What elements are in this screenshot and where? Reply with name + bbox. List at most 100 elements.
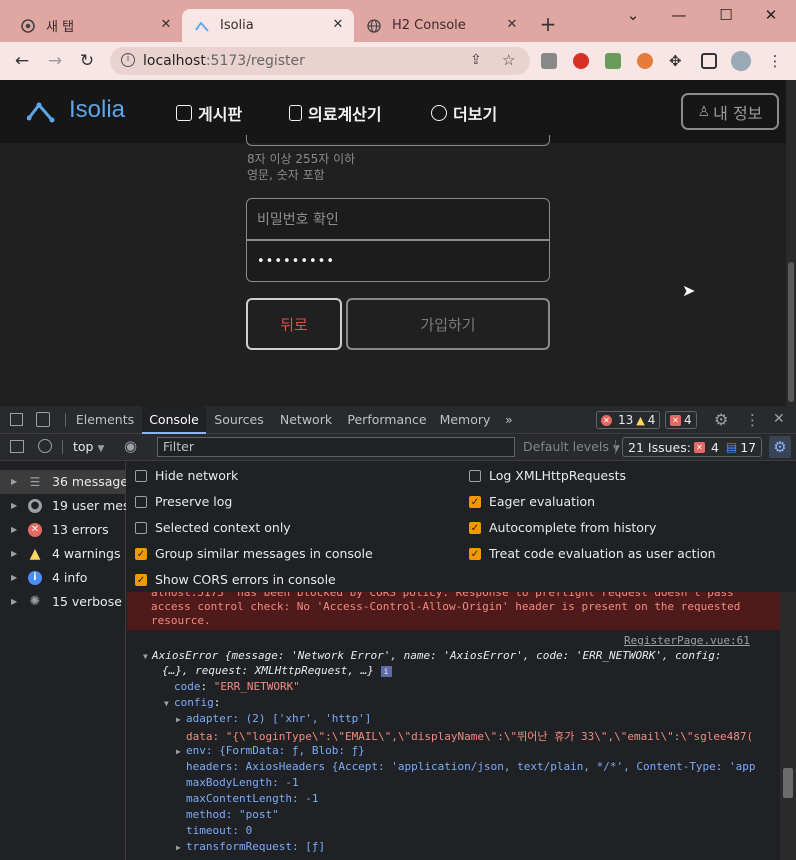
password-confirm-label-field[interactable]: 비밀번호 확인 [246,198,550,240]
selected-context-only-checkbox[interactable]: Selected context only [135,520,291,535]
info-badge-icon[interactable]: i [380,666,392,677]
more-tabs-chevron-icon[interactable]: » [505,406,521,434]
my-info-button[interactable]: ♙ 내 정보 [681,93,779,130]
prop-transform-request[interactable]: ▶ transformRequest: [ƒ] [176,840,325,853]
new-tab-button[interactable]: + [538,14,558,34]
tab-network[interactable]: Network [276,406,336,434]
checkbox-box[interactable] [469,469,481,482]
close-tab-icon[interactable]: ✕ [504,17,520,33]
sidebar-item-user-messages[interactable]: ▶ ● 19 user mes... [0,494,126,518]
maximize-button[interactable]: ☐ [711,6,741,24]
expand-triangle-icon[interactable]: ▶ [176,843,181,852]
expand-triangle-icon[interactable]: ▶ [11,494,17,518]
back-button[interactable]: 뒤로 [246,298,342,350]
prop-env[interactable]: ▶ env: {FormData: ƒ, Blob: ƒ} [176,744,365,757]
tab-search-chevron-icon[interactable]: ⌄ [618,6,648,24]
axios-error-header[interactable]: ▼ AxiosError {message: 'Network Error', … [143,649,722,662]
tab-memory[interactable]: Memory [437,406,493,434]
console-scrollbar-thumb[interactable] [783,768,793,798]
treat-code-eval-checkbox[interactable]: ✓ Treat code evaluation as user action [469,546,716,561]
password-confirm-input[interactable]: ••••••••• [246,240,550,282]
tab-isolia[interactable]: Isolia ✕ [182,9,354,42]
sidebar-item-warnings[interactable]: ▶ ▲ 4 warnings [0,542,126,566]
logo-text[interactable]: Isolia [69,96,125,124]
close-window-button[interactable]: ✕ [756,6,786,24]
tab-new-tab[interactable]: 새 탭 ✕ [8,9,182,42]
checkbox-checked-icon[interactable]: ✓ [469,547,481,560]
close-tab-icon[interactable]: ✕ [158,17,174,33]
browser-menu-icon[interactable]: ⋮ [767,53,783,69]
collapse-triangle-icon[interactable]: ▼ [143,652,148,661]
checkbox-box[interactable] [135,469,147,482]
back-arrow-icon[interactable]: ← [12,51,32,71]
tab-console[interactable]: Console [142,406,206,434]
extensions-puzzle-icon[interactable]: ✥ [669,53,685,69]
sidebar-item-verbose[interactable]: ▶ ✺ 15 verbose [0,590,126,614]
site-info-icon[interactable]: i [121,53,135,67]
sidebar-item-messages[interactable]: ▶ ☰ 36 messages [0,470,126,494]
checkbox-checked-icon[interactable]: ✓ [135,573,147,586]
inspect-element-icon[interactable] [10,413,23,426]
password-field-bottom[interactable] [246,135,550,146]
isolia-logo-icon[interactable] [26,99,55,126]
profile-avatar[interactable] [731,51,751,71]
sidebar-item-info[interactable]: ▶ i 4 info [0,566,126,590]
page-scrollbar[interactable] [786,80,796,406]
device-toolbar-icon[interactable] [36,412,50,427]
tab-h2-console[interactable]: H2 Console ✕ [354,9,528,42]
bookmark-star-icon[interactable]: ☆ [502,51,515,69]
nav-board[interactable]: 게시판 [176,101,242,125]
clear-console-icon[interactable] [38,439,52,453]
checkbox-box[interactable] [135,521,147,534]
prop-config[interactable]: ▼ config: [164,696,220,709]
adblock-icon[interactable] [573,53,589,69]
group-similar-checkbox[interactable]: ✓ Group similar messages in console [135,546,373,561]
checkbox-checked-icon[interactable]: ✓ [469,521,481,534]
register-submit-button[interactable]: 가입하기 [346,298,550,350]
console-filter-input[interactable]: Filter [157,437,515,457]
close-tab-icon[interactable]: ✕ [330,17,346,33]
page-scrollbar-thumb[interactable] [788,262,794,402]
expand-triangle-icon[interactable]: ▶ [11,542,17,566]
issues-counter[interactable]: ✕ 4 [665,411,697,429]
omnibox[interactable]: i localhost:5173/register ⇪ ☆ [110,47,530,75]
log-levels-dropdown[interactable]: Default levels ▼ [523,439,620,454]
console-settings-gear-icon[interactable]: ⚙ [769,436,791,458]
expand-triangle-icon[interactable]: ▶ [176,715,181,724]
show-cors-errors-checkbox[interactable]: ✓ Show CORS errors in console [135,572,336,587]
prop-adapter[interactable]: ▶ adapter: (2) ['xhr', 'http'] [176,712,371,725]
tab-performance[interactable]: Performance [347,406,427,434]
prop-headers[interactable]: ▶headers: AxiosHeaders {Accept: 'applica… [186,760,756,773]
checkbox-checked-icon[interactable]: ✓ [135,547,147,560]
nav-more[interactable]: 더보기 [431,101,497,125]
nav-medical-calculator[interactable]: 의료계산기 [289,101,382,125]
minimize-button[interactable]: — [664,6,694,24]
expand-triangle-icon[interactable]: ▶ [11,470,17,494]
share-icon[interactable]: ⇪ [470,52,482,68]
expand-triangle-icon[interactable]: ▶ [11,566,17,590]
side-panel-icon[interactable] [701,53,717,69]
devtools-menu-icon[interactable]: ⋮ [745,411,760,429]
forward-arrow-icon[interactable]: → [45,51,65,71]
extension-html5-icon[interactable] [541,53,557,69]
collapse-triangle-icon[interactable]: ▼ [164,699,169,708]
source-link[interactable]: RegisterPage.vue:61 [624,634,750,647]
reload-icon[interactable]: ↻ [77,51,97,71]
expand-triangle-icon[interactable]: ▶ [11,590,17,614]
close-devtools-icon[interactable]: ✕ [773,411,785,427]
tab-elements[interactable]: Elements [73,406,137,434]
settings-gear-icon[interactable]: ⚙ [714,410,728,429]
live-expression-eye-icon[interactable]: ◉ [124,437,137,455]
log-xhr-checkbox[interactable]: Log XMLHttpRequests [469,468,626,483]
tab-sources[interactable]: Sources [210,406,268,434]
error-warning-counter[interactable]: ✕ 13 ▲ 4 [596,411,661,429]
autocomplete-history-checkbox[interactable]: ✓ Autocomplete from history [469,520,656,535]
issues-button[interactable]: 21 Issues: ✕ 4 ▤ 17 [622,437,763,457]
preserve-log-checkbox[interactable]: Preserve log [135,494,232,509]
eager-evaluation-checkbox[interactable]: ✓ Eager evaluation [469,494,595,509]
extension-orange-icon[interactable] [637,53,653,69]
sidebar-toggle-icon[interactable] [10,440,24,453]
sidebar-item-errors[interactable]: ▶ ✕ 13 errors [0,518,126,542]
hide-network-checkbox[interactable]: Hide network [135,468,238,483]
expand-triangle-icon[interactable]: ▶ [11,518,17,542]
